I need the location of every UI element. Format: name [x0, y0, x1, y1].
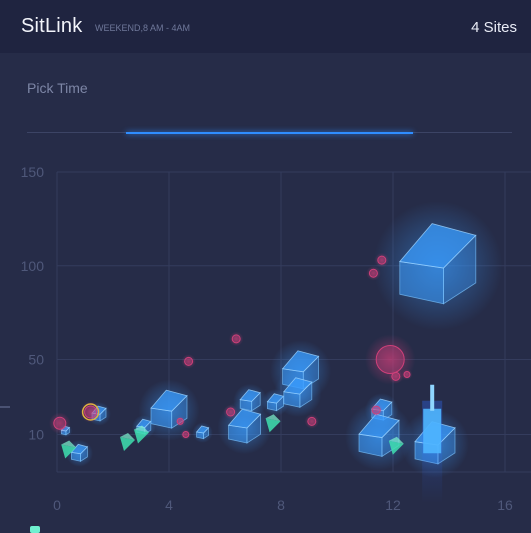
legend-swatch[interactable]	[30, 526, 40, 533]
sphere-body	[371, 405, 381, 415]
sphere-point	[180, 429, 192, 440]
y-tick-label: 50	[28, 352, 44, 368]
sphere-body	[53, 416, 67, 430]
x-tick-label: 4	[165, 497, 173, 513]
y-tick-label: 10	[28, 427, 44, 443]
y-tick-label: 150	[21, 164, 45, 180]
sphere-body	[403, 371, 411, 378]
app-header: SitLink WEEKEND,8 AM - 4AM 4 Sites	[0, 0, 531, 53]
x-axis: 0 4 8 12 16	[53, 497, 513, 513]
sphere-body	[368, 268, 378, 278]
sphere-point	[181, 354, 196, 369]
y-tick-label: 100	[21, 258, 45, 274]
sphere-point	[223, 404, 238, 420]
sphere-body	[184, 356, 194, 366]
y-axis: 150 100 50 10	[21, 164, 45, 443]
cube-point	[274, 369, 322, 418]
x-tick-label: 16	[497, 497, 513, 513]
sphere-point	[174, 415, 186, 427]
sphere-body	[176, 417, 184, 425]
app-subtitle: WEEKEND,8 AM - 4AM	[95, 23, 191, 33]
chart-marks	[49, 201, 503, 504]
pyramid-point	[120, 433, 135, 451]
sphere-body	[231, 334, 241, 344]
sphere-body	[182, 431, 190, 438]
scatter-chart: 150 100 50 10 0 4 8 12 16	[21, 164, 531, 513]
sphere-body	[391, 371, 401, 381]
bar-cap	[430, 384, 435, 411]
cube-point	[192, 422, 213, 443]
sphere-body	[226, 407, 236, 417]
sphere-point	[388, 369, 403, 384]
bar-body	[423, 408, 442, 454]
sphere-point	[369, 402, 384, 418]
sphere-point	[401, 369, 413, 380]
sphere-point	[366, 266, 381, 281]
sphere-point	[49, 412, 71, 435]
bar-point	[422, 384, 443, 504]
x-tick-label: 8	[277, 497, 285, 513]
sphere-body	[307, 416, 317, 426]
app-title: SitLink	[21, 15, 83, 37]
x-tick-label: 12	[385, 497, 401, 513]
sphere-body	[377, 255, 387, 265]
cube-point	[373, 201, 503, 331]
pick-time-slider-range[interactable]	[126, 132, 413, 134]
sphere-point	[229, 331, 244, 347]
sphere-body	[375, 345, 405, 374]
sites-count[interactable]: 4 Sites	[471, 19, 517, 36]
sphere-point	[374, 252, 389, 268]
left-edge-marker	[0, 406, 10, 408]
sphere-point	[304, 414, 319, 429]
sphere-body	[84, 405, 98, 419]
pick-time-label: Pick Time	[27, 80, 88, 96]
x-tick-label: 0	[53, 497, 61, 513]
